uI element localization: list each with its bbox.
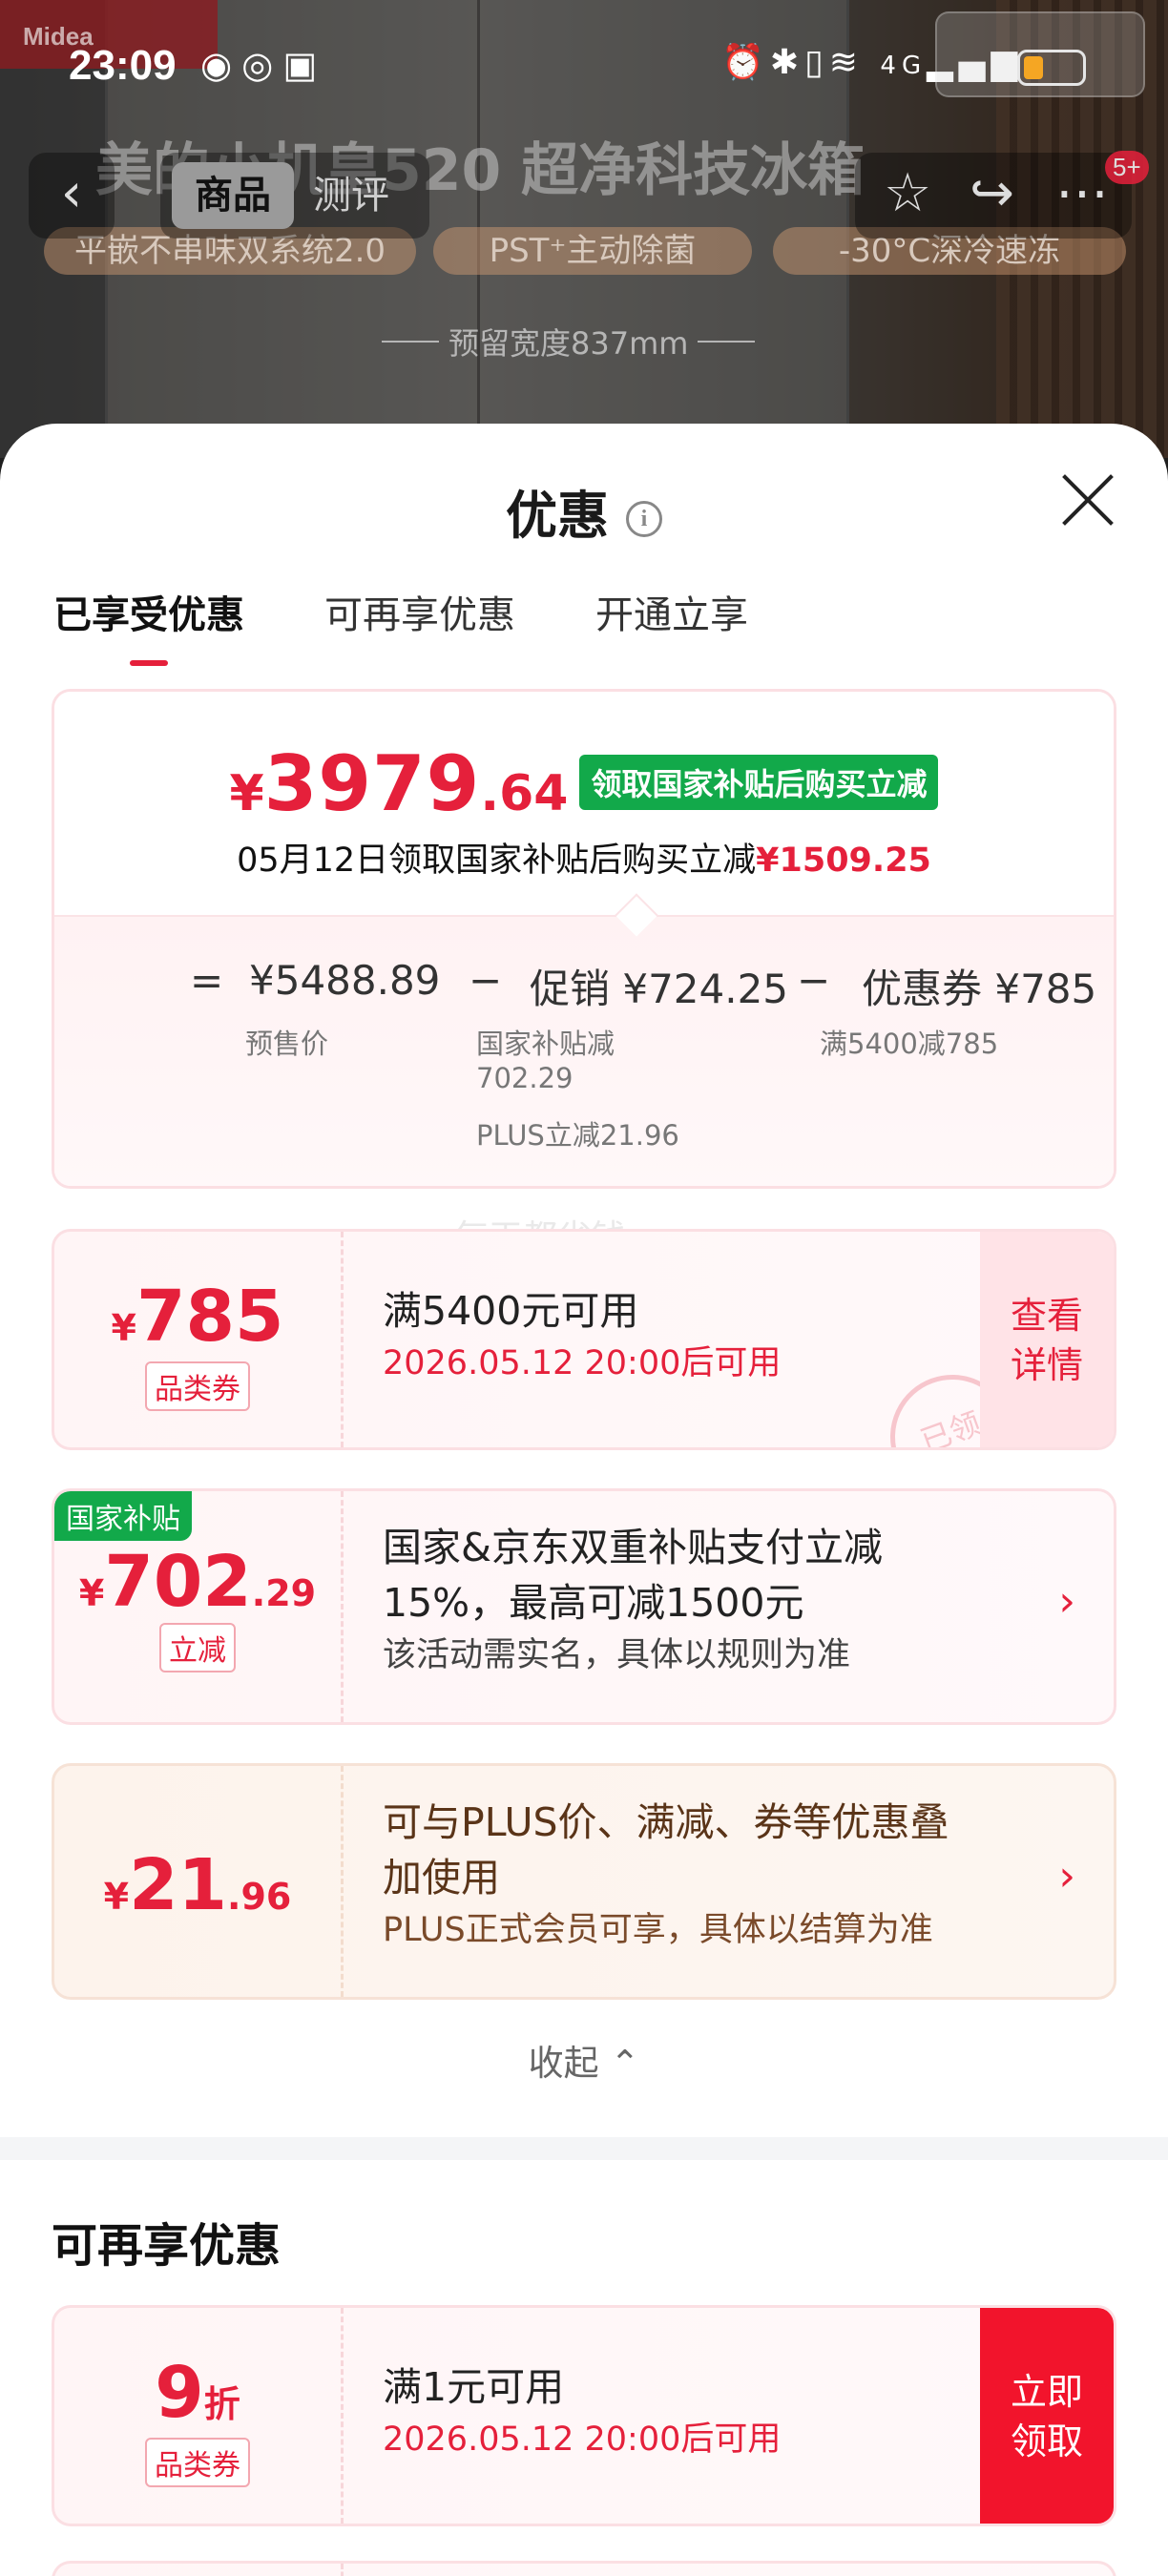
tab-open-to-enjoy[interactable]: 开通立享 [595, 584, 748, 666]
claim-now-button[interactable]: 立即领取 [980, 2308, 1114, 2524]
instant-discount-tag: 立减 [159, 1623, 236, 1672]
plus-note: PLUS正式会员可享，具体以结算为准 [383, 1911, 933, 1949]
coupon-amount: 优惠券 ¥785 [862, 966, 1097, 1012]
promo-tabs: 已享受优惠 可再享优惠 开通立享 [53, 584, 748, 666]
tab-enjoyed-promos[interactable]: 已享受优惠 [53, 584, 244, 666]
price-summary-card: ¥3979.64 领取国家补贴后购买立减 05月12日领取国家补贴后购买立减¥15… [52, 689, 1116, 1189]
plus-discount-card[interactable]: ¥21.96 可与PLUS价、满减、券等优惠叠 加使用 PLUS正式会员可享，具… [52, 1763, 1116, 2000]
view-details-button[interactable]: 查看详情 [980, 1232, 1114, 1447]
available-coupon-card[interactable]: 9折 品类券 满1元可用 2026.05.12 20:00后可用 立即领取 [52, 2305, 1116, 2526]
product-tabs: 商品 测评 [160, 153, 429, 239]
plus-discount-label: PLUS立减21.96 [476, 1119, 679, 1152]
subsidy-tag: 领取国家补贴后购买立减 [579, 755, 939, 810]
tab-review[interactable]: 测评 [313, 162, 389, 229]
plus-description-line2: 加使用 [383, 1855, 500, 1901]
promotions-sheet: 优惠 i 已享受优惠 可再享优惠 开通立享 ¥3979.64 领取国家补贴后购买立减… [0, 424, 1168, 2576]
price-breakdown: = ¥5488.89 − 促销 ¥724.25 − 优惠券 ¥785 预售价 国… [54, 915, 1114, 1186]
nav-actions: ☆ ↪ ⋯ [855, 153, 1132, 239]
collapse-button[interactable]: 收起 ⌃ [0, 2034, 1168, 2086]
subsidy-description: 国家&京东双重补贴支付立减 [383, 1525, 883, 1570]
coupon-rule: 满5400减785 [820, 1028, 999, 1060]
chevron-right-icon[interactable]: › [1058, 1577, 1075, 1626]
more-promos-title: 可再享优惠 [52, 2219, 282, 2273]
subsidy-description-line2: 15%，最高可减1500元 [383, 1580, 804, 1626]
message-badge: 5+ [1105, 151, 1149, 184]
tab-goods[interactable]: 商品 [172, 162, 294, 229]
next-coupon-card[interactable] [52, 2561, 1116, 2576]
plus-description: 可与PLUS价、满减、券等优惠叠 [383, 1799, 949, 1845]
coupon-validity: 2026.05.12 20:00后可用 [383, 2420, 782, 2459]
width-annotation: 预留宽度837mm [381, 320, 756, 364]
coupon-card[interactable]: ¥785 品类券 满5400元可用 2026.05.12 20:00后可用 已领… [52, 1229, 1116, 1450]
final-price: ¥3979.64 领取国家补贴后购买立减 [54, 739, 1114, 828]
subsidy-note: 该活动需实名，具体以规则为准 [383, 1636, 851, 1674]
back-icon[interactable]: ‹ [29, 153, 115, 239]
coupon-type-tag: 品类券 [145, 1361, 250, 1411]
battery-icon [1017, 50, 1086, 86]
subsidy-card[interactable]: 国家补贴 ¥702.29 立减 国家&京东双重补贴支付立减 15%，最高可减15… [52, 1488, 1116, 1725]
presale-price: ¥5488.89 [249, 957, 441, 1004]
sheet-title: 优惠 i [0, 473, 1168, 549]
favorite-icon[interactable]: ☆ [884, 162, 931, 224]
savings-note: 05月12日领取国家补贴后购买立减¥1509.25 [237, 841, 931, 880]
tab-more-promos[interactable]: 可再享优惠 [324, 584, 515, 666]
subsidy-label: 国家补贴减 [476, 1028, 615, 1060]
coupon-type-tag: 品类券 [145, 2438, 250, 2487]
coupon-condition: 满1元可用 [383, 2364, 565, 2410]
coupon-condition: 满5400元可用 [383, 1288, 639, 1334]
chevron-right-icon[interactable]: › [1058, 1852, 1075, 1901]
presale-label: 预售价 [245, 1028, 329, 1060]
product-nav-bar: ‹ 商品 测评 ☆ ↪ ⋯ [0, 143, 1168, 248]
more-icon[interactable]: ⋯ [1055, 162, 1109, 224]
coupon-validity: 2026.05.12 20:00后可用 [383, 1344, 782, 1382]
close-icon[interactable] [1059, 471, 1116, 529]
notification-icons: ◉◎▣ [200, 44, 327, 86]
share-icon[interactable]: ↪ [970, 162, 1014, 224]
promo-amount: 促销 ¥724.25 [530, 966, 789, 1012]
status-bar: 23:09 ◉◎▣ ⏰✱▯≋ 4G▂▄▆ [0, 0, 1168, 134]
subsidy-value: 702.29 [476, 1062, 574, 1094]
clock: 23:09 [69, 42, 177, 89]
info-icon[interactable]: i [626, 501, 662, 537]
